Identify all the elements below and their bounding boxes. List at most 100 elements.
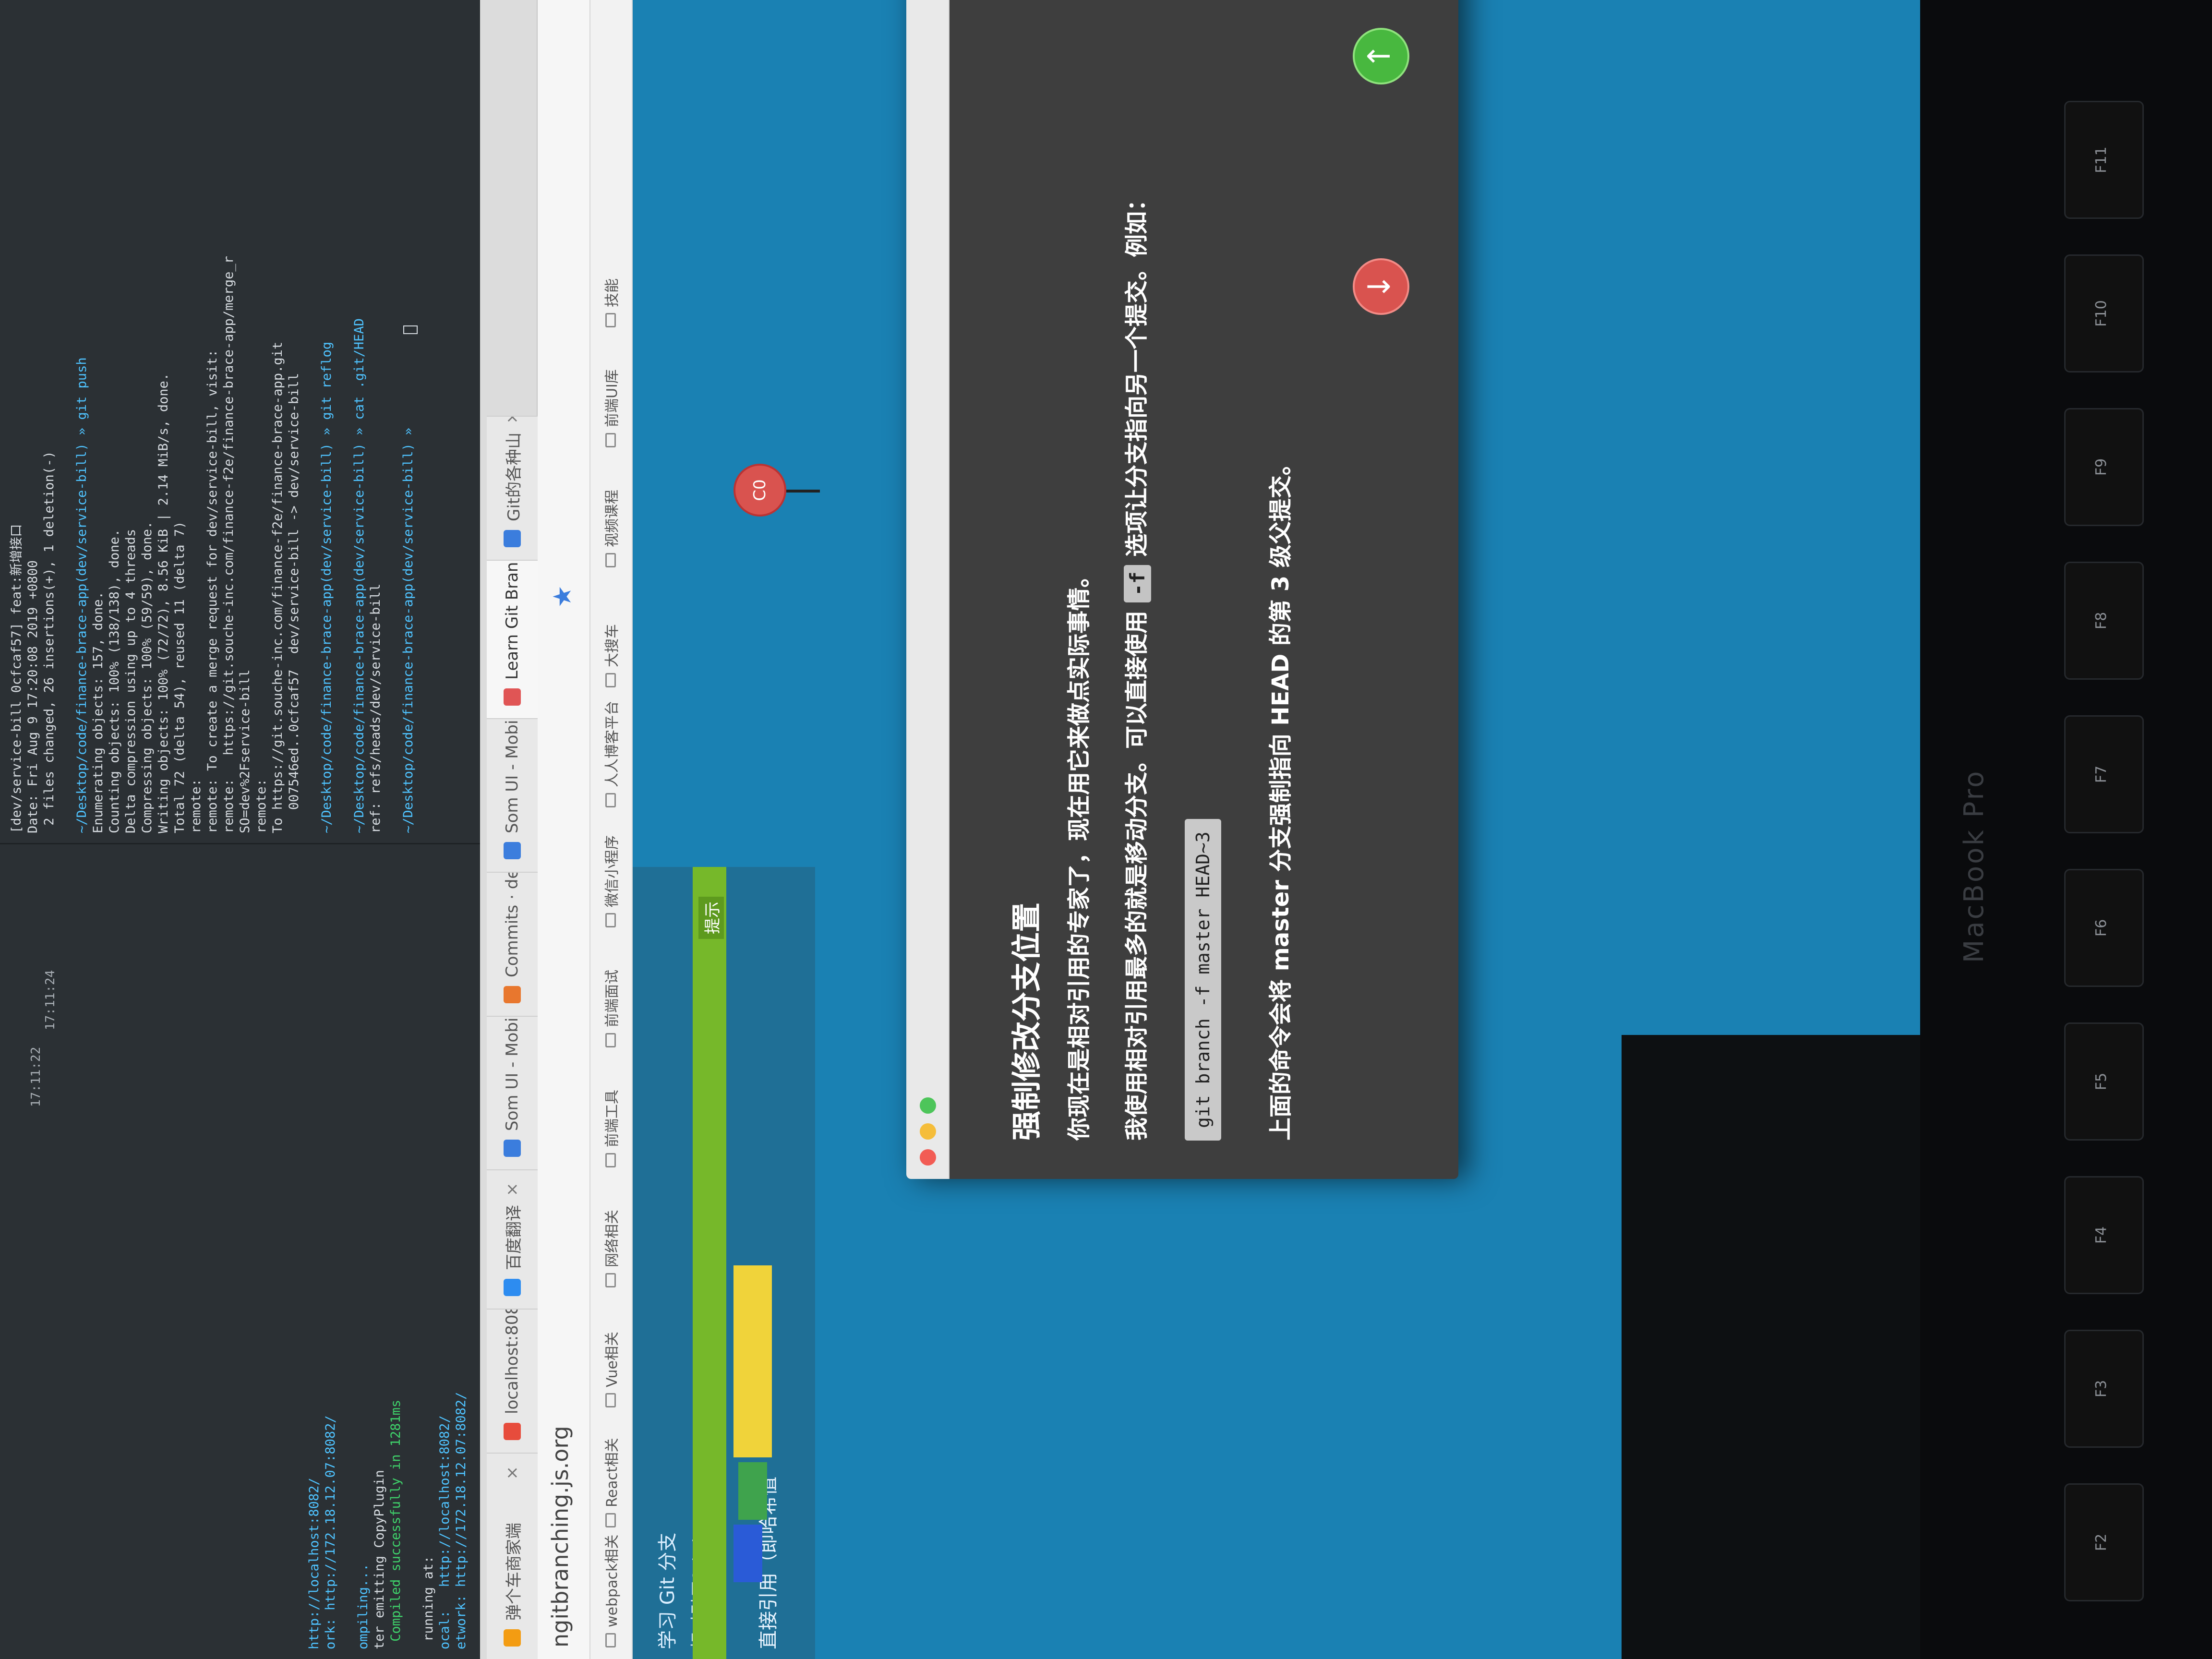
browser-tab[interactable]: Git的各种山 ×	[487, 416, 538, 560]
paragraph-2-suffix: 选项让分支指向另一个提交。例如：	[1123, 188, 1150, 557]
tab-label: Learn Git Bran	[503, 562, 522, 680]
hint-button[interactable]: 提示	[698, 897, 724, 939]
bookmark-folder[interactable]: 人人博客平台	[600, 701, 621, 807]
level-block-yellow	[733, 1265, 772, 1457]
bookmark-label: 微信小程序	[604, 835, 621, 907]
terminal-right-line: Counting objects: 100% (138/138), done.	[107, 529, 122, 833]
tab-close-icon[interactable]: ×	[503, 416, 522, 424]
function-key: F6	[2064, 869, 2144, 987]
folder-icon	[605, 1633, 616, 1647]
terminal-left-line: ocal: http://localhost:8082/	[437, 1415, 452, 1649]
folder-icon	[605, 553, 616, 567]
tab-label: Som UI - Mobi	[503, 720, 522, 833]
terminal-left-line: running at:	[421, 1555, 436, 1649]
terminal-left-line: ompiling...	[356, 1563, 371, 1649]
photo-stage: http://localhost:8082/ork: http://172.18…	[0, 0, 2212, 1659]
tab-favicon-icon	[504, 1423, 521, 1440]
next-down-arrow-icon[interactable]: ↓	[1353, 258, 1409, 315]
browser-tab[interactable]: Commits · dev×	[487, 872, 538, 1016]
window-close-icon[interactable]	[920, 1149, 936, 1166]
browser-tab[interactable]: 弹个车商家端 ×	[487, 1453, 538, 1659]
bookmark-label: 前端面试	[604, 970, 621, 1027]
bookmark-folder[interactable]: 前端面试	[600, 970, 621, 1047]
terminal-right-line: 007546ed..0cfcaf57 dev/service-bill -> d…	[287, 373, 301, 833]
bookmark-folder[interactable]: Vue相关	[600, 1332, 621, 1407]
terminal-left-line: ork: http://172.18.12.07:8082/	[323, 1415, 338, 1649]
bookmark-folder[interactable]: 前端UI库	[600, 369, 621, 447]
prev-up-arrow-icon[interactable]: ↑	[1353, 28, 1409, 84]
terminal-right-line: 2 files changed, 26 insertions(+), 1 del…	[42, 451, 57, 833]
bookmark-label: webpack相关	[604, 1534, 621, 1627]
browser-tab[interactable]: localhost:8082×	[487, 1309, 538, 1453]
terminal-right-line: ~/Desktop/code/finance-brace-app(dev/ser…	[401, 427, 416, 833]
function-key: F4	[2064, 1176, 2144, 1294]
address-bar[interactable]: ngitbranching.js.org ★	[538, 0, 590, 1659]
bookmark-label: Vue相关	[604, 1332, 621, 1387]
bookmark-folder[interactable]: webpack相关	[600, 1535, 621, 1647]
modal-paragraph-2: 我使用相对引用最多的就是移动分支。可以直接使用 -f 选项让分支指向另一个提交。…	[1118, 188, 1151, 1141]
tab-favicon-icon	[504, 986, 521, 1003]
function-key: F8	[2064, 562, 2144, 680]
level-title: 学习 Git 分支	[657, 1532, 679, 1649]
function-key-row: F2 F3 F4 F5 F6 F7 F8 F9 F10 F11	[2064, 0, 2151, 1659]
terminal-right-pane: [dev/service-bill 0cfcaf57] feat:新增接口 Dat…	[0, 0, 480, 843]
terminal-right-line: Delta compression using up to 4 threads	[123, 529, 138, 833]
terminal-right-line: Enumerating objects: 157, done.	[91, 591, 106, 833]
terminal-right-line: ref: refs/heads/dev/service-bill	[368, 583, 383, 833]
url-text[interactable]: ngitbranching.js.org	[547, 1426, 573, 1647]
window-maximize-icon[interactable]	[920, 1097, 936, 1114]
terminal-right-line: [dev/service-bill 0cfcaf57] feat:新增接口	[9, 524, 24, 833]
bookmark-label: React相关	[604, 1438, 621, 1507]
bookmark-label: 网络相关	[604, 1210, 621, 1267]
folder-icon	[605, 673, 616, 687]
tab-strip: 弹个车商家端×localhost:8082×百度翻译×Som UI - Mobi…	[480, 0, 538, 1659]
terminal-left-line: Compiled successfully in 1281ms	[388, 1399, 403, 1649]
modal-paragraph-3: 上面的命令会将 master 分支强制指向 HEAD 的第 3 级父提交。	[1267, 452, 1294, 1141]
terminal-cursor	[403, 325, 418, 334]
terminal-right-line: To https://git.souche-inc.com/finance-f2…	[270, 341, 285, 833]
bookmark-folder[interactable]: 大搜车	[600, 624, 621, 687]
bookmark-label: 前端工具	[604, 1090, 621, 1147]
bookmark-folder[interactable]: 微信小程序	[600, 835, 621, 927]
folder-icon	[605, 1513, 616, 1527]
browser-tab[interactable]: Learn Git Bran×	[487, 560, 538, 718]
tab-favicon-icon	[504, 1279, 521, 1296]
bookmark-label: 人人博客平台	[604, 701, 621, 787]
terminal-right-line: SO=dev%2Fservice-bill	[238, 669, 252, 833]
browser-tab[interactable]: Som UI - Mobi×	[487, 1016, 538, 1169]
browser-tab[interactable]: Som UI - Mobi×	[487, 718, 538, 872]
function-key: F7	[2064, 715, 2144, 833]
terminal-window: http://localhost:8082/ork: http://172.18…	[0, 0, 480, 1659]
bookmark-folder[interactable]: 技能	[600, 278, 621, 327]
bookmark-label: 技能	[604, 278, 621, 307]
tab-favicon-icon	[504, 1140, 521, 1157]
tab-close-icon[interactable]: ×	[503, 1183, 522, 1197]
window-minimize-icon[interactable]	[920, 1123, 936, 1140]
bookmark-folder[interactable]: 视频课程	[600, 490, 621, 567]
function-key: F9	[2064, 408, 2144, 526]
modal-title: 强制修改分支位置	[1009, 902, 1044, 1141]
terminal-right-line: Compressing objects: 100% (59/59), done.	[140, 521, 155, 833]
folder-icon	[605, 313, 616, 327]
tab-close-icon[interactable]: ×	[503, 1466, 522, 1480]
commit-arrow	[786, 490, 820, 493]
laptop-bezel: MacBook Pro F2 F3 F4 F5 F6 F7 F8 F9 F10 F11	[1920, 0, 2212, 1659]
terminal-right-line: ~/Desktop/code/finance-brace-app(dev/ser…	[352, 318, 367, 833]
browser-tab[interactable]: 百度翻译 ×	[487, 1169, 538, 1309]
folder-icon	[605, 433, 616, 447]
function-key: F10	[2064, 254, 2144, 373]
bookmark-folder[interactable]: React相关	[600, 1438, 621, 1527]
terminal-right-line: ~/Desktop/code/finance-brace-app(dev/ser…	[74, 357, 89, 833]
bookmark-star-icon[interactable]: ★	[548, 585, 577, 608]
bookmark-folder[interactable]: 前端工具	[600, 1090, 621, 1167]
folder-icon	[605, 1273, 616, 1287]
level-block-green	[738, 1462, 767, 1520]
terminal-right-line: ~/Desktop/code/finance-brace-app(dev/ser…	[319, 341, 334, 833]
modal-paragraph-1: 你现在是相对引用的专家了，现在用它来做点实际事情。	[1066, 564, 1093, 1141]
command-console-area	[1622, 1035, 1920, 1659]
terminal-right-line: Date: Fri Aug 9 17:20:08 2019 +0800	[25, 560, 40, 833]
tab-label: Som UI - Mobi	[503, 1017, 522, 1131]
hint-strip: 提示	[693, 867, 726, 1659]
bookmark-folder[interactable]: 网络相关	[600, 1210, 621, 1287]
terminal-left-line: etwork: http://172.18.12.07:8082/	[454, 1392, 469, 1649]
